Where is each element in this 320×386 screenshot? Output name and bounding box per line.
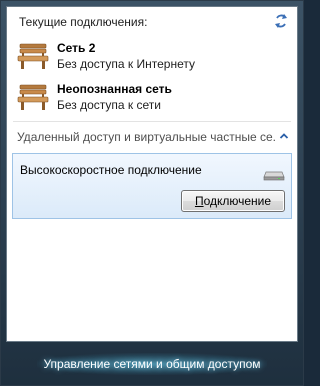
network-status: Без доступа к Интернету: [57, 57, 196, 71]
network-name: Неопознанная сеть: [57, 82, 172, 96]
section-title: Удаленный доступ и виртуальные частные с…: [17, 130, 275, 144]
network-flyout: Текущие подключения: Сеть 2 Без доступа …: [0, 0, 304, 386]
network-item-1[interactable]: Сеть 2 Без доступа к Интернету: [17, 39, 287, 75]
modem-icon: [263, 171, 285, 181]
connect-button[interactable]: Подключение: [181, 190, 285, 212]
network-item-2[interactable]: Неопознанная сеть Без доступа к сети: [17, 80, 287, 116]
network-status: Без доступа к сети: [57, 98, 161, 112]
network-sharing-center-link[interactable]: Управление сетями и общим доступом: [37, 352, 267, 375]
refresh-icon[interactable]: [273, 13, 289, 29]
panel-header: Текущие подключения:: [19, 15, 148, 29]
section-divider: [13, 121, 291, 122]
remote-access-section-header[interactable]: Удаленный доступ и виртуальные частные с…: [17, 128, 289, 146]
footer-bar: Управление сетями и общим доступом: [1, 342, 303, 385]
network-name: Сеть 2: [57, 41, 96, 55]
connection-name: Высокоскоростное подключение: [20, 163, 202, 177]
connections-panel: Текущие подключения: Сеть 2 Без доступа …: [6, 6, 298, 342]
bench-network-icon: [17, 43, 49, 69]
chevron-up-icon[interactable]: [279, 131, 289, 141]
bench-network-icon: [17, 84, 49, 110]
vpn-connection-item[interactable]: Высокоскоростное подключение Подключение: [12, 153, 292, 219]
